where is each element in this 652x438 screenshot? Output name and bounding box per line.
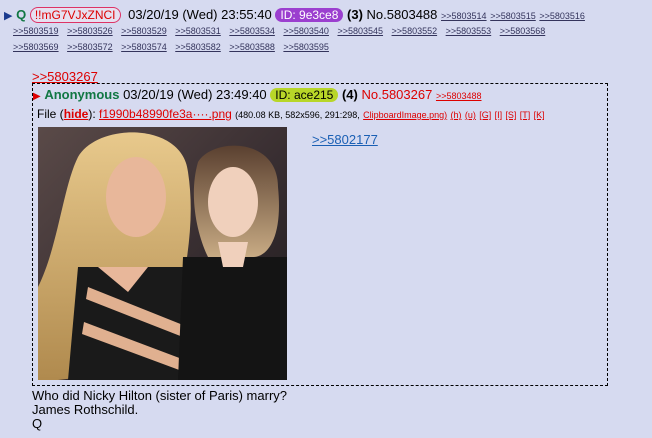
reply-link[interactable]: >>5803568	[500, 26, 546, 36]
file-tool-link[interactable]: [I]	[495, 110, 503, 120]
post-number[interactable]: No.5803488	[367, 7, 438, 22]
file-tool-link[interactable]: [G]	[479, 110, 491, 120]
file-tool-link[interactable]: (u)	[465, 110, 476, 120]
file-label: File	[37, 107, 57, 121]
quoted-post-number[interactable]: No.5803267	[361, 87, 432, 102]
post-marker-icon: ▶	[33, 91, 41, 102]
reply-link[interactable]: >>5803515	[490, 11, 536, 21]
reply-link[interactable]: >>5803569	[13, 42, 59, 52]
post-image-thumbnail[interactable]	[38, 127, 287, 380]
file-meta: (480.08 KB, 582x596, 291:298,	[235, 110, 360, 120]
reply-link[interactable]: >>5803553	[446, 26, 492, 36]
reply-link[interactable]: >>5803552	[392, 26, 438, 36]
post-header: ▶ Q !!mG7VJxZNCI 03/20/19 (Wed) 23:55:40…	[4, 7, 585, 23]
reply-link[interactable]: >>5803519	[13, 26, 59, 36]
reply-link[interactable]: >>5803516	[539, 11, 585, 21]
quoted-poster-name: Anonymous	[44, 87, 120, 102]
quoted-poster-id-badge[interactable]: ID: ace215	[270, 88, 339, 102]
poster-id-badge[interactable]: ID: 9e3ce8	[275, 8, 344, 22]
post-count: (3)	[347, 7, 363, 22]
reply-link[interactable]: >>5803531	[175, 26, 221, 36]
quoted-post-date: 03/20/19 (Wed) 23:49:40	[123, 87, 267, 102]
reply-link[interactable]: >>5803582	[175, 42, 221, 52]
post-body: Who did Nicky Hilton (sister of Paris) m…	[32, 389, 287, 431]
collapse-triangle-icon[interactable]: ▶	[4, 10, 12, 22]
quoted-reply-link[interactable]: >>5803488	[436, 91, 482, 101]
reply-link[interactable]: >>5803529	[121, 26, 167, 36]
body-line: James Rothschild.	[32, 402, 139, 417]
file-info: File (hide): f1990b48990fe3a····.png (48…	[37, 107, 545, 121]
reply-link[interactable]: >>5803514	[441, 11, 487, 21]
file-tool-link[interactable]: [T]	[520, 110, 531, 120]
tripcode: !!mG7VJxZNCI	[29, 7, 121, 23]
backlink[interactable]: >>5802177	[312, 132, 378, 147]
reply-link[interactable]: >>5803595	[283, 42, 329, 52]
file-name-link[interactable]: f1990b48990fe3a····.png	[99, 107, 232, 121]
quoted-post-info: ▶ Anonymous 03/20/19 (Wed) 23:49:40 ID: …	[33, 87, 482, 102]
reply-link[interactable]: >>5803540	[283, 26, 329, 36]
reply-link[interactable]: >>5803534	[229, 26, 275, 36]
reply-link[interactable]: >>5803526	[67, 26, 113, 36]
file-tool-link[interactable]: [S]	[505, 110, 516, 120]
body-line: Q	[32, 416, 43, 431]
reply-link[interactable]: >>5803588	[229, 42, 275, 52]
body-line: Who did Nicky Hilton (sister of Paris) m…	[32, 388, 287, 403]
reply-link[interactable]: >>5803574	[121, 42, 167, 52]
original-file-name[interactable]: ClipboardImage.png)	[363, 110, 447, 120]
file-tool-link[interactable]: (h)	[451, 110, 462, 120]
replies-row-1: >>5803519 >>5803526 >>5803529 >>5803531 …	[13, 26, 551, 36]
quoted-post-preview: ▶ Anonymous 03/20/19 (Wed) 23:49:40 ID: …	[32, 83, 608, 386]
file-tool-link[interactable]: [K]	[534, 110, 545, 120]
reply-link[interactable]: >>5803572	[67, 42, 113, 52]
quoted-post-count: (4)	[341, 87, 358, 102]
poster-name: Q	[16, 7, 27, 22]
hide-file-link[interactable]: hide	[64, 107, 89, 121]
post-date: 03/20/19 (Wed) 23:55:40	[128, 7, 272, 22]
quoted-post-link[interactable]: >>5803267	[32, 69, 98, 84]
reply-link[interactable]: >>5803545	[337, 26, 383, 36]
replies-row-2: >>5803569 >>5803572 >>5803574 >>5803582 …	[13, 42, 335, 52]
